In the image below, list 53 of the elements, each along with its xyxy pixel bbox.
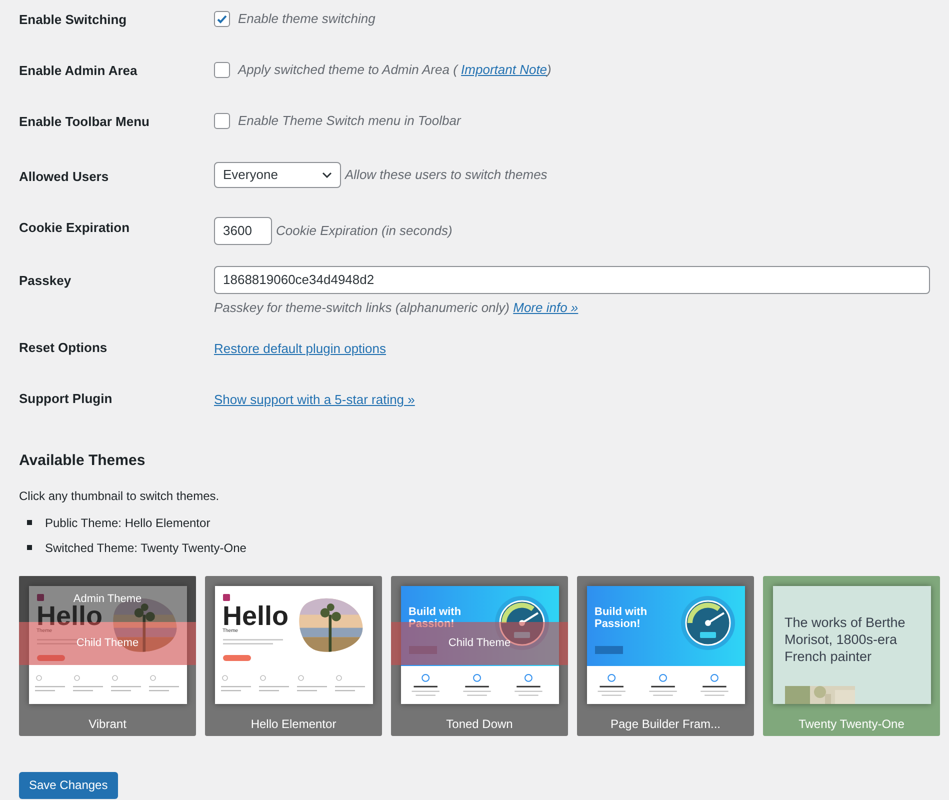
select-dropdown[interactable]: Everyone [214, 162, 341, 188]
preview-headline: Hello [222, 604, 289, 628]
preview-button [222, 655, 250, 661]
setting-label: Support Plugin [19, 390, 114, 408]
theme-card[interactable]: The works of Berthe Morisot, 1800s-era French painter Twenty Twenty-One [763, 576, 940, 736]
preview-headline: Build with Passion! [594, 606, 648, 630]
preview-button [36, 655, 64, 661]
checkbox[interactable] [214, 10, 230, 27]
action-link[interactable]: Show support with a 5-star rating » [214, 392, 415, 407]
setting-label: Allowed Users [19, 168, 110, 186]
child-theme-label: Child Theme [448, 636, 511, 651]
theme-name: Twenty Twenty-One [798, 716, 904, 732]
field-description: Passkey for theme-switch links (alphanumeric only) More info » [214, 299, 580, 317]
action-link[interactable]: Restore default plugin options [214, 341, 386, 356]
info-link[interactable]: Important Note [461, 62, 548, 77]
checkmark-icon [216, 12, 228, 25]
logo-icon [36, 594, 44, 600]
theme-name: Hello Elementor [250, 716, 336, 732]
save-button[interactable]: Save Changes [19, 772, 118, 798]
bullet-icon [27, 520, 32, 525]
setting-label: Enable Switching [19, 11, 128, 29]
chevron-down-icon [322, 172, 332, 178]
checkbox[interactable] [214, 112, 230, 129]
field-description: Allow these users to switch themes [345, 166, 548, 184]
preview-headline: The works of Berthe Morisot, 1800s-era French painter [784, 614, 906, 664]
setting-label: Enable Toolbar Menu [19, 113, 150, 131]
theme-card[interactable]: Build with Passion! Page Builder Fram... [577, 576, 754, 736]
passkey-field[interactable]: 1868819060ce34d4948d2 [214, 266, 930, 294]
bullet-icon [27, 545, 32, 550]
info-link[interactable]: More info » [513, 300, 578, 315]
gauge-drawing [678, 594, 736, 652]
field-description: Enable Theme Switch menu in Toolbar [238, 112, 461, 130]
theme-note: Switched Theme: Twenty Twenty-One [45, 540, 246, 556]
preview-button [594, 646, 622, 654]
field-description: Apply switched theme to Admin Area ( Important Note) [238, 61, 552, 79]
setting-label: Reset Options [19, 339, 108, 357]
theme-name: Toned Down [446, 716, 513, 732]
section-intro: Click any thumbnail to switch themes. [19, 488, 220, 504]
setting-label: Cookie Expiration [19, 219, 131, 237]
text-lines-drawing [222, 639, 282, 647]
child-theme-label: Child Theme [76, 636, 139, 651]
setting-label: Passkey [19, 272, 72, 290]
section-title: Available Themes [19, 451, 146, 471]
theme-name: Page Builder Fram... [610, 716, 721, 732]
setting-label: Enable Admin Area [19, 62, 138, 80]
number-field[interactable]: 3600 [214, 217, 272, 245]
theme-name: Vibrant [88, 716, 126, 732]
field-description: Cookie Expiration (in seconds) [276, 222, 452, 240]
theme-note: Public Theme: Hello Elementor [45, 514, 210, 532]
checkbox[interactable] [214, 62, 230, 78]
admin-theme-label: Admin Theme [73, 592, 142, 604]
logo-icon [222, 594, 230, 600]
field-description: Enable theme switching [238, 10, 376, 28]
